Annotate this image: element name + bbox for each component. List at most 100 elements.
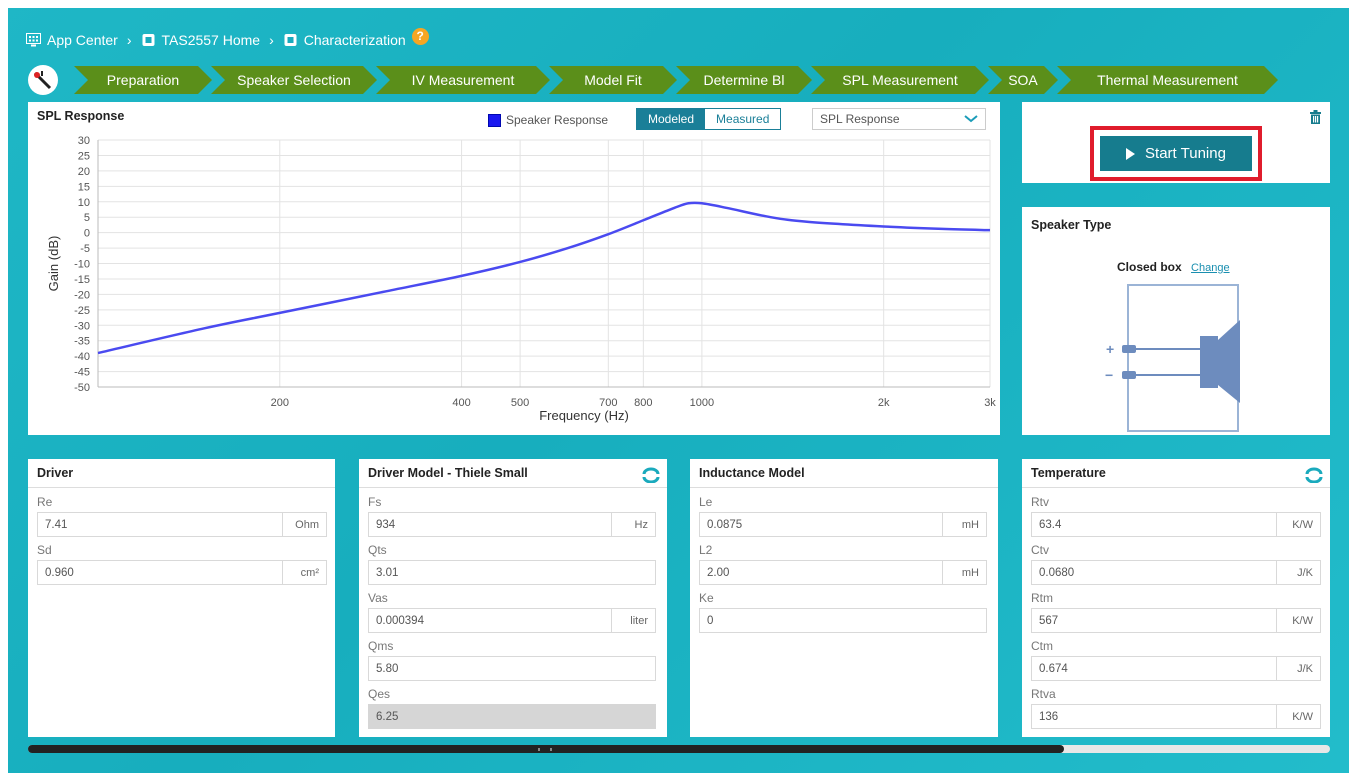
app-grid-icon [26,33,41,47]
y-tick-label: 10 [78,197,90,209]
y-axis-label: Gain (dB) [46,236,61,292]
field-value: 136 [1039,710,1059,723]
wizard-step-spl-measurement[interactable]: SPL Measurement [811,66,989,94]
field-value: 567 [1039,614,1059,627]
field-l2[interactable]: 2.00 mH [699,560,987,585]
wizard-steps: Preparation Speaker Selection IV Measure… [28,65,1278,95]
y-tick-label: -5 [80,243,90,255]
field-label-ke: Ke [699,591,714,605]
wizard-step-model-fit[interactable]: Model Fit [549,66,677,94]
y-tick-label: -40 [74,351,90,363]
field-unit: mH [942,513,986,536]
breadcrumb-tas2557-home[interactable]: TAS2557 Home [141,32,261,48]
field-value: 934 [376,518,396,531]
field-rtva[interactable]: 136 K/W [1031,704,1321,729]
y-tick-label: -50 [74,382,90,394]
wizard-step-speaker-selection[interactable]: Speaker Selection [211,66,377,94]
wizard-step-determine-bl[interactable]: Determine Bl [676,66,812,94]
field-le[interactable]: 0.0875 mH [699,512,987,537]
panel-title: Temperature [1031,466,1106,480]
breadcrumb-label: App Center [47,32,118,48]
x-tick-label: 1000 [690,397,714,409]
chip-icon [142,34,154,46]
field-label-sd: Sd [37,543,52,557]
field-rtm[interactable]: 567 K/W [1031,608,1321,633]
y-tick-label: 5 [84,212,90,224]
y-tick-label: -25 [74,305,90,317]
field-value: 0.674 [1039,662,1068,675]
field-label-qts: Qts [368,543,387,557]
driver-panel: Driver Re 7.41 Ohm Sd 0.960 cm² [28,459,335,737]
x-tick-label: 3k [984,397,996,409]
field-value: 5.80 [376,662,399,675]
y-tick-label: -45 [74,367,90,379]
field-unit: K/W [1276,705,1320,728]
x-tick-label: 200 [271,397,289,409]
divider [28,487,335,488]
spl-chart: 30 25 20 15 10 5 0 -5 -10 -15 -20 -25 -30 -35 -40 -45 -5… [46,135,996,423]
field-qes: 6.25 [368,704,656,729]
inductance-model-panel: Inductance Model Le 0.0875 mH L2 2.00 mH… [690,459,998,737]
field-value: 6.25 [376,710,399,723]
field-label-qms: Qms [368,639,394,653]
field-qms[interactable]: 5.80 [368,656,656,681]
chip-icon [284,34,297,46]
x-tick-label: 800 [634,397,652,409]
field-value: 2.00 [707,566,730,579]
wizard-step-preparation[interactable]: Preparation [74,66,212,94]
field-value: 7.41 [45,518,68,531]
field-vas[interactable]: 0.000394 liter [368,608,656,633]
field-label-rtv: Rtv [1031,495,1049,509]
breadcrumb-separator: › [126,32,132,48]
field-rtv[interactable]: 63.4 K/W [1031,512,1321,537]
start-tuning-button[interactable]: Start Tuning [1100,136,1252,171]
scrollbar-grip-icon [538,748,552,751]
x-tick-label: 500 [511,397,529,409]
field-ctv[interactable]: 0.0680 J/K [1031,560,1321,585]
help-icon[interactable]: ? [411,27,429,45]
window-frame-top [0,0,1349,8]
refresh-icon[interactable] [641,465,661,483]
field-label-ctm: Ctm [1031,639,1053,653]
tuning-panel: Start Tuning [1022,102,1330,183]
wizard-step-thermal-measurement[interactable]: Thermal Measurement [1057,66,1278,94]
breadcrumb-characterization[interactable]: Characterization [283,32,406,48]
field-unit: mH [942,561,986,584]
field-value: 0 [707,614,714,627]
field-label-qes: Qes [368,687,391,701]
divider [359,487,667,488]
x-axis-label: Frequency (Hz) [539,408,629,423]
field-qts[interactable]: 3.01 [368,560,656,585]
refresh-icon[interactable] [1304,465,1324,483]
y-tick-label: 25 [78,150,90,162]
y-tick-label: 20 [78,166,90,178]
field-ctm[interactable]: 0.674 J/K [1031,656,1321,681]
x-tick-label: 400 [452,397,470,409]
trash-icon[interactable] [1309,110,1322,124]
field-label-l2: L2 [699,543,713,557]
field-unit: J/K [1276,657,1320,680]
field-ke[interactable]: 0 [699,608,987,633]
y-tick-label: 15 [78,181,90,193]
series-line-speaker-response [97,201,991,355]
field-unit: Ohm [282,513,326,536]
field-value: 3.01 [376,566,399,579]
y-tick-label: -15 [74,274,90,286]
breadcrumb-app-center[interactable]: App Center [26,32,118,48]
breadcrumb-label: TAS2557 Home [161,32,261,48]
panel-title: Driver Model - Thiele Small [368,466,528,480]
field-sd[interactable]: 0.960 cm² [37,560,327,585]
breadcrumb: App Center › TAS2557 Home › Characteriza… [26,27,429,50]
field-unit: Hz [611,513,655,536]
divider [690,487,998,488]
breadcrumb-separator: › [269,32,274,48]
field-fs[interactable]: 934 Hz [368,512,656,537]
temperature-panel: Temperature Rtv 63.4 K/W Ctv 0.0680 J/K … [1022,459,1330,737]
wizard-step-iv-measurement[interactable]: IV Measurement [376,66,550,94]
field-label-le: Le [699,495,713,509]
y-tick-label: 0 [84,228,90,240]
divider [1022,487,1330,488]
wizard-step-soa[interactable]: SOA [988,66,1058,94]
field-re[interactable]: 7.41 Ohm [37,512,327,537]
field-value: 0.0680 [1039,566,1075,579]
